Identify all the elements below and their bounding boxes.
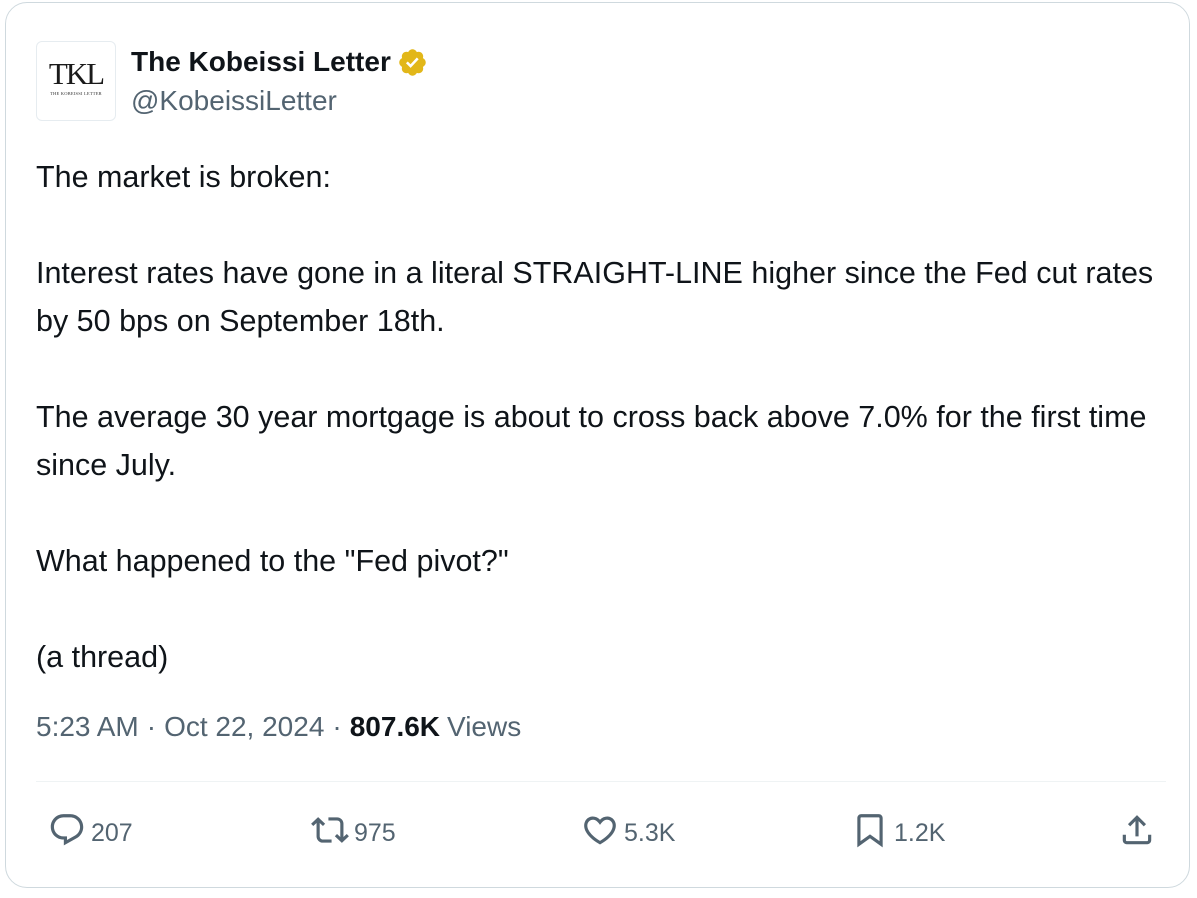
bookmark-button[interactable]: 1.2K — [851, 803, 945, 863]
share-icon — [1118, 811, 1156, 856]
like-button[interactable]: 5.3K — [581, 803, 675, 863]
avatar-logo-subtext: THE KOBEISSI LETTER — [50, 91, 102, 96]
user-handle[interactable]: @KobeissiLetter — [131, 85, 428, 117]
tweet-card: TKL THE KOBEISSI LETTER The Kobeissi Let… — [5, 2, 1190, 888]
action-bar: 207 975 5.3K 1.2K — [36, 803, 1166, 863]
divider — [36, 781, 1166, 782]
meta-separator: · — [332, 711, 342, 742]
tweet-paragraph: (a thread) — [36, 640, 169, 674]
user-info: The Kobeissi Letter @KobeissiLetter — [131, 41, 428, 121]
tweet-paragraph: The average 30 year mortgage is about to… — [36, 400, 1147, 482]
bookmark-icon — [851, 811, 889, 856]
tweet-time[interactable]: 5:23 AM — [36, 711, 139, 743]
avatar[interactable]: TKL THE KOBEISSI LETTER — [36, 41, 116, 121]
tweet-meta: 5:23 AM · Oct 22, 2024 · 807.6K Views — [36, 711, 521, 743]
tweet-header: TKL THE KOBEISSI LETTER The Kobeissi Let… — [36, 41, 428, 121]
display-name[interactable]: The Kobeissi Letter — [131, 46, 391, 78]
views-count: 807.6K — [349, 711, 441, 742]
meta-separator: · — [146, 711, 157, 742]
repost-button[interactable]: 975 — [311, 803, 396, 863]
tweet-paragraph: Interest rates have gone in a literal ST… — [36, 256, 1154, 338]
name-row: The Kobeissi Letter — [131, 43, 428, 81]
verified-badge-icon — [397, 47, 428, 78]
like-count: 5.3K — [624, 818, 676, 847]
avatar-logo-text: TKL — [48, 56, 105, 91]
share-button[interactable] — [1118, 803, 1156, 863]
reply-count: 207 — [91, 818, 133, 847]
tweet-paragraph: The market is broken: — [36, 160, 331, 194]
bookmark-count: 1.2K — [894, 818, 946, 847]
tweet-date[interactable]: Oct 22, 2024 — [164, 711, 324, 743]
views-label: Views — [447, 711, 522, 742]
heart-icon — [581, 811, 619, 856]
tweet-paragraph: What happened to the "Fed pivot?" — [36, 544, 509, 578]
repost-icon — [311, 811, 349, 856]
tweet-text: The market is broken: Interest rates hav… — [36, 153, 1166, 681]
reply-icon — [48, 811, 86, 856]
repost-count: 975 — [354, 818, 396, 847]
reply-button[interactable]: 207 — [48, 803, 133, 863]
